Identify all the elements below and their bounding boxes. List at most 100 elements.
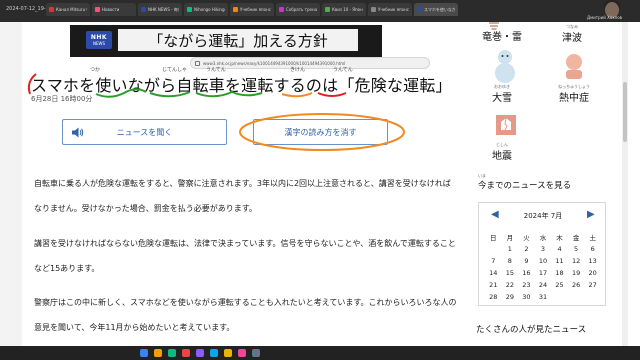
taskbar-app-icon[interactable] [140,349,148,357]
nhk-logo-text: NHK [90,34,108,41]
calendar-day[interactable]: 26 [568,279,585,291]
calendar-day[interactable]: 13 [584,255,601,267]
calendar-day[interactable]: 25 [551,279,568,291]
news-logo-text: NEWS [92,41,105,46]
calendar-day[interactable]: 1 [502,243,519,255]
calendar-day [551,291,568,303]
taskbar-app-icon[interactable] [168,349,176,357]
calendar-day[interactable]: 5 [568,243,585,255]
weather-heavy-snow[interactable]: おおゆき 大雪 [482,84,522,104]
weather-earthquake-ruby: じしん [496,142,508,147]
heatstroke-icon [566,54,582,79]
calendar-day[interactable]: 31 [535,291,552,303]
weather-earthquake-label: 地震 [492,151,512,162]
calendar-day[interactable]: 14 [485,267,502,279]
calendar-day[interactable]: 4 [551,243,568,255]
tab-favicon-icon [141,7,146,12]
weather-tornado-label: 竜巻・雷 [482,32,522,43]
hide-ruby-button[interactable]: 漢字の読み方を消す [253,119,388,145]
calendar-day[interactable]: 6 [584,243,601,255]
calendar-day[interactable]: 19 [568,267,585,279]
calendar-day [485,243,502,255]
taskbar-app-icon[interactable] [252,349,260,357]
calendar-day[interactable]: 30 [518,291,535,303]
calendar-week-row: 14 15 16 17 18 19 20 [485,267,601,279]
browser-tab[interactable]: スマホを使いながら自転車... [414,3,458,16]
calendar-day[interactable]: 3 [535,243,552,255]
weather-tsunami[interactable]: つなみ 津波 [552,24,592,44]
weather-heatstroke-label: 熱中症 [559,93,589,104]
tab-favicon-icon [49,7,54,12]
weather-heatstroke[interactable]: ねっちゅうしょう 熱中症 [548,84,600,104]
calendar: ◀ 2024年 7月 ▶ 日月火水木金土 1 2 3 4 5 6 7 8 9 10 11 12 13 14… [478,202,606,306]
article-date: 6月28日 16時00分 [31,95,93,103]
calendar-day[interactable]: 15 [502,267,519,279]
page-left-gutter [0,22,22,346]
calendar-day[interactable]: 11 [551,255,568,267]
calendar-day [568,291,585,303]
browser-tab[interactable]: Квиз 10 - Японский... [322,3,366,16]
address-bar[interactable]: www3.nhk.or.jp/news/easy/k10014494391000… [190,57,430,69]
calendar-day[interactable]: 10 [535,255,552,267]
calendar-grid: 日月火水木金土 1 2 3 4 5 6 7 8 9 10 11 12 13 14 15 16 17 18 19 20 2… [485,231,601,303]
tab-label: Собрать тренажёр... [286,7,317,12]
scrollbar-thumb[interactable] [623,82,627,142]
weather-heavy-snow-label: 大雪 [492,93,512,104]
calendar-day[interactable]: 24 [535,279,552,291]
lock-icon [195,60,200,66]
tab-label: Учебник японского... [378,7,409,12]
calendar-day[interactable]: 9 [518,255,535,267]
calendar-day[interactable]: 2 [518,243,535,255]
taskbar-app-icon[interactable] [210,349,218,357]
calendar-day[interactable]: 18 [551,267,568,279]
calendar-weekday: 土 [589,234,596,242]
calendar-weekday: 木 [556,234,563,242]
calendar-day[interactable]: 21 [485,279,502,291]
calendar-day[interactable]: 22 [502,279,519,291]
calendar-weekday: 日 [490,234,497,242]
past-news-heading-text: 今までのニュースを見る [478,181,572,191]
taskbar-app-icon[interactable] [238,349,246,357]
browser-tab[interactable]: Учебник японского... [368,3,412,16]
nhk-news-logo: NHK NEWS [86,31,112,49]
calendar-day[interactable]: 20 [584,267,601,279]
next-month-arrow-icon[interactable]: ▶ [587,209,595,220]
paragraph-3-line-1: 警察庁はこの中に新しく、スマホなどを使いながら運転することも入れたいと考えていま… [34,298,457,307]
calendar-day[interactable]: 17 [535,267,552,279]
calendar-weekday: 月 [506,234,514,242]
past-news-heading: いま 今までのニュースを見る [478,173,572,191]
tab-favicon-icon [233,7,238,12]
paragraph-1-line-2: なりません。受けなかった場合、罰金を払う必要があります。 [34,204,257,213]
browser-tab[interactable]: Nihongo Hikingoki - ... [184,3,228,16]
weather-tornado[interactable]: 竜巻・雷 [482,28,522,43]
listen-news-button[interactable]: ニュースを聞く [62,119,227,145]
browser-tab[interactable]: Учебник японского ... [230,3,274,16]
taskbar-app-icon[interactable] [154,349,162,357]
tab-favicon-icon [279,7,284,12]
calendar-day[interactable]: 28 [485,291,502,303]
browser-tab[interactable]: NHK NEWS - 毎日NHK... [138,3,182,16]
calendar-week-row: 21 22 23 24 25 26 27 [485,279,601,291]
calendar-day[interactable]: 23 [518,279,535,291]
taskbar-app-icon[interactable] [224,349,232,357]
tab-label: Учебник японского ... [240,7,271,12]
page-scrollbar[interactable] [622,22,628,346]
video-banner[interactable]: NHK NEWS 「ながら運転」加える方針 [70,25,382,57]
weather-earthquake[interactable]: じしん 地震 [482,142,522,162]
calendar-day[interactable]: 29 [502,291,519,303]
calendar-week-row: 123456 [485,243,601,255]
calendar-day[interactable]: 12 [568,255,585,267]
browser-tab[interactable]: Канал Mitsuru Ohara (Ми... [46,3,90,16]
calendar-day[interactable]: 7 [485,255,502,267]
calendar-weekday: 水 [539,234,547,242]
calendar-day[interactable]: 16 [518,267,535,279]
browser-tab[interactable]: Собрать тренажёр... [276,3,320,16]
url-text: www3.nhk.or.jp/news/easy/k10014494391000… [203,60,346,66]
calendar-day[interactable]: 8 [502,255,519,267]
taskbar-app-icon[interactable] [182,349,190,357]
calendar-day[interactable]: 27 [584,279,601,291]
taskbar-app-icon[interactable] [196,349,204,357]
most-read-heading: たくさんの人が見たニュース [476,325,587,335]
tab-label: Новости [102,7,120,12]
browser-tab[interactable]: Новости [92,3,136,16]
